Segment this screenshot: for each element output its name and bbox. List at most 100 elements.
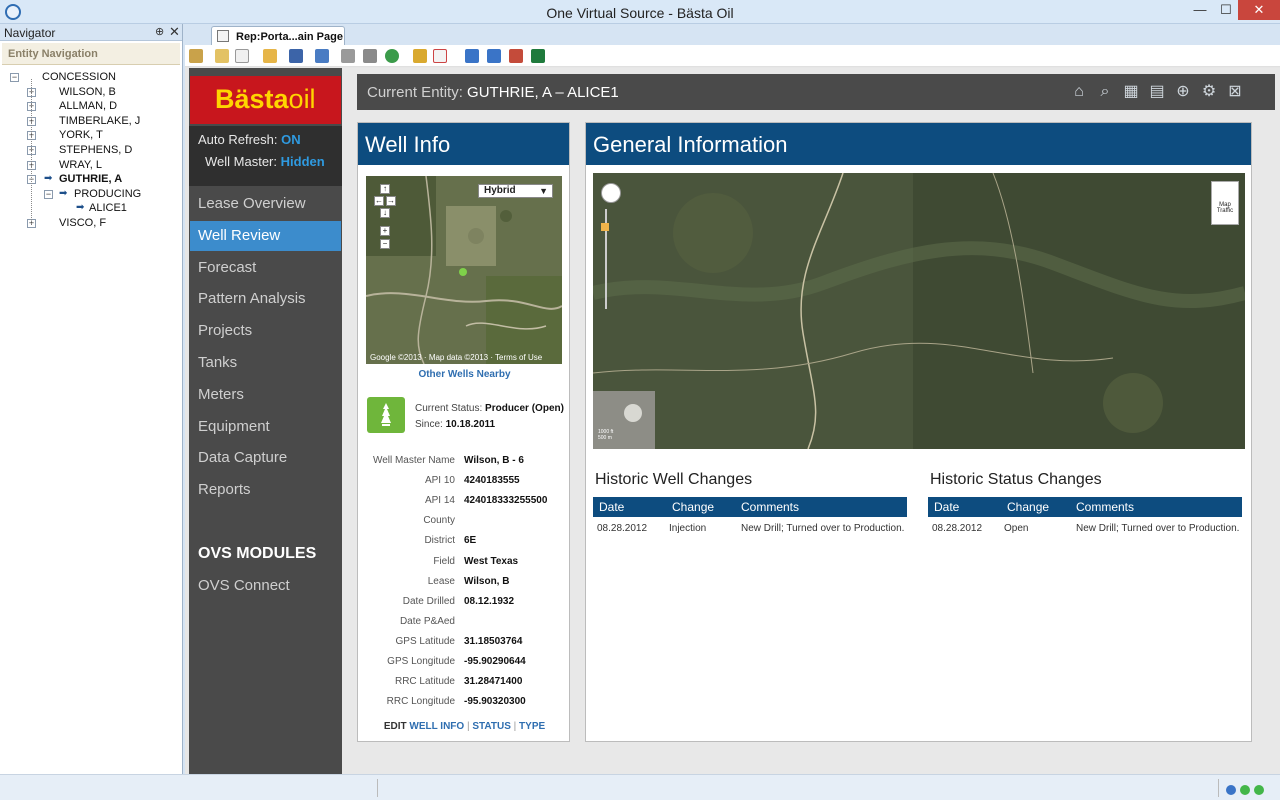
producer-status-icon <box>367 397 405 433</box>
menu-item-reports[interactable]: Reports <box>190 475 341 505</box>
column-header-change[interactable]: Change <box>1007 500 1049 514</box>
table-row[interactable]: 08.28.2012 Injection New Drill; Turned o… <box>593 517 907 539</box>
zoom-out-icon[interactable]: − <box>380 239 390 249</box>
menu-item-forecast[interactable]: Forecast <box>190 253 341 283</box>
edit-type-link[interactable]: TYPE <box>519 721 545 732</box>
package-icon[interactable] <box>509 49 523 63</box>
excel-icon[interactable] <box>531 49 545 63</box>
other-wells-nearby-link[interactable]: Other Wells Nearby <box>358 369 571 380</box>
settings-icon[interactable]: ⚙ <box>1199 82 1219 102</box>
edit-well-info-link[interactable]: WELL INFO <box>409 721 464 732</box>
open-folder-icon[interactable] <box>263 49 277 63</box>
forward-icon[interactable] <box>487 49 501 63</box>
column-header-comments[interactable]: Comments <box>1076 500 1134 514</box>
field-label: RRC Longitude <box>386 696 455 708</box>
window-title: One Virtual Source - Bästa Oil <box>546 5 734 21</box>
menu-item-equipment[interactable]: Equipment <box>190 412 341 442</box>
pan-left-icon[interactable]: ← <box>374 196 384 206</box>
tree-expander-icon[interactable]: − <box>10 73 19 82</box>
pan-up-icon[interactable]: ↑ <box>380 184 390 194</box>
tree-node[interactable]: PRODUCING <box>74 188 141 201</box>
map-type-traffic[interactable]: Traffic <box>1212 208 1238 214</box>
well-location-map[interactable]: Hybrid ▼ ↑ ← → ↓ + − Google ©2013 · Map d… <box>366 176 562 364</box>
column-header-change[interactable]: Change <box>672 500 714 514</box>
pin-icon[interactable]: ⊕ <box>155 25 164 38</box>
column-header-date[interactable]: Date <box>934 500 959 514</box>
menu-item-meters[interactable]: Meters <box>190 380 341 410</box>
tree-node[interactable]: WILSON, B <box>59 86 116 99</box>
zoom-slider[interactable] <box>601 209 613 309</box>
wand-icon[interactable] <box>215 49 229 63</box>
layout-icon[interactable]: ▤ <box>1147 82 1167 102</box>
tree-node[interactable]: ALICE1 <box>89 202 127 215</box>
pan-control-icon[interactable] <box>601 183 621 203</box>
field-label: GPS Latitude <box>395 635 455 647</box>
tree-expander-icon[interactable]: − <box>44 189 53 199</box>
tree-node[interactable]: VISCO, F <box>59 217 106 230</box>
tree-node[interactable]: WRAY, L <box>59 159 102 172</box>
zoom-handle[interactable] <box>601 223 609 231</box>
tree-node[interactable]: CONCESSION <box>42 71 116 84</box>
well-master-toggle[interactable]: Hidden <box>281 154 325 169</box>
back-icon[interactable] <box>465 49 479 63</box>
historic-well-changes-title: Historic Well Changes <box>595 471 753 488</box>
edit-separator: | <box>466 721 470 732</box>
pan-right-icon[interactable]: → <box>386 196 396 206</box>
field-value: 31.18503764 <box>464 635 523 647</box>
field-label: District <box>424 535 455 547</box>
menu-item-pattern-analysis[interactable]: Pattern Analysis <box>190 284 341 314</box>
entity-navigation-label: Entity Navigation <box>8 48 98 60</box>
auto-refresh-toggle[interactable]: ON <box>281 132 301 147</box>
new-document-icon[interactable] <box>235 49 249 63</box>
tree-node[interactable]: TIMBERLAKE, J <box>59 115 140 128</box>
ovs-connect-link[interactable]: OVS Connect <box>198 577 290 594</box>
menu-item-well-review[interactable]: Well Review <box>190 220 341 251</box>
save-icon[interactable] <box>289 49 303 63</box>
column-header-date[interactable]: Date <box>599 500 624 514</box>
zoom-icon[interactable]: ⊕ <box>1173 82 1193 102</box>
navigator-header: Navigator ⊕ ✕ <box>0 24 182 41</box>
calendar-icon[interactable] <box>433 49 447 63</box>
well-marker-icon[interactable] <box>459 268 467 276</box>
calendar-icon[interactable]: ▦ <box>1121 82 1141 102</box>
menu-item-tanks[interactable]: Tanks <box>190 348 341 378</box>
tree-node[interactable]: GUTHRIE, A <box>59 173 122 186</box>
close-box-icon[interactable]: ⊠ <box>1225 82 1245 102</box>
map-type-select[interactable]: Hybrid ▼ <box>478 184 553 198</box>
field-label: API 14 <box>424 495 455 507</box>
minimize-button[interactable]: — <box>1188 0 1212 20</box>
general-information-header: General Information <box>586 123 1251 165</box>
print-preview-icon[interactable] <box>363 49 377 63</box>
home-icon[interactable]: ⌂ <box>1069 82 1089 102</box>
field-label: Lease <box>427 575 455 587</box>
field-value: 6E <box>464 535 477 547</box>
tree-node[interactable]: ALLMAN, D <box>59 100 117 113</box>
table-row[interactable]: 08.28.2012 Open New Drill; Turned over t… <box>928 517 1242 539</box>
well-info-title: Well Info <box>365 132 451 157</box>
tree-node[interactable]: STEPHENS, D <box>59 144 132 157</box>
maximize-button[interactable]: ☐ <box>1214 0 1238 20</box>
close-window-button[interactable]: ✕ <box>1238 0 1280 20</box>
pan-down-icon[interactable]: ↓ <box>380 208 390 218</box>
map-type-control[interactable]: Map Traffic <box>1211 181 1239 225</box>
zoom-in-icon[interactable]: + <box>380 226 390 236</box>
menu-item-data-capture[interactable]: Data Capture <box>190 443 341 473</box>
tree-node[interactable]: YORK, T <box>59 129 103 142</box>
lock-icon[interactable] <box>413 49 427 63</box>
historic-status-changes-table: Date Change Comments 08.28.2012 Open New… <box>928 497 1242 539</box>
save-all-icon[interactable] <box>315 49 329 63</box>
map-type-value: Hybrid <box>484 185 516 196</box>
menu-item-projects[interactable]: Projects <box>190 316 341 346</box>
print-icon[interactable] <box>341 49 355 63</box>
edit-icon[interactable] <box>189 49 203 63</box>
current-entity-bar: Current Entity: GUTHRIE, A – ALICE1 ⌂ ⌕ … <box>357 74 1275 110</box>
menu-item-lease-overview[interactable]: Lease Overview <box>190 189 341 219</box>
tab-portal-main-page[interactable]: Rep:Porta...ain Page <box>211 26 345 46</box>
field-label: RRC Latitude <box>394 676 455 688</box>
edit-status-link[interactable]: STATUS <box>472 721 511 732</box>
refresh-icon[interactable] <box>385 49 399 63</box>
area-map[interactable]: Map Traffic 1000 ft 500 m <box>593 173 1245 449</box>
search-icon[interactable]: ⌕ <box>1095 82 1115 102</box>
column-header-comments[interactable]: Comments <box>741 500 799 514</box>
close-navigator-icon[interactable]: ✕ <box>169 24 180 40</box>
